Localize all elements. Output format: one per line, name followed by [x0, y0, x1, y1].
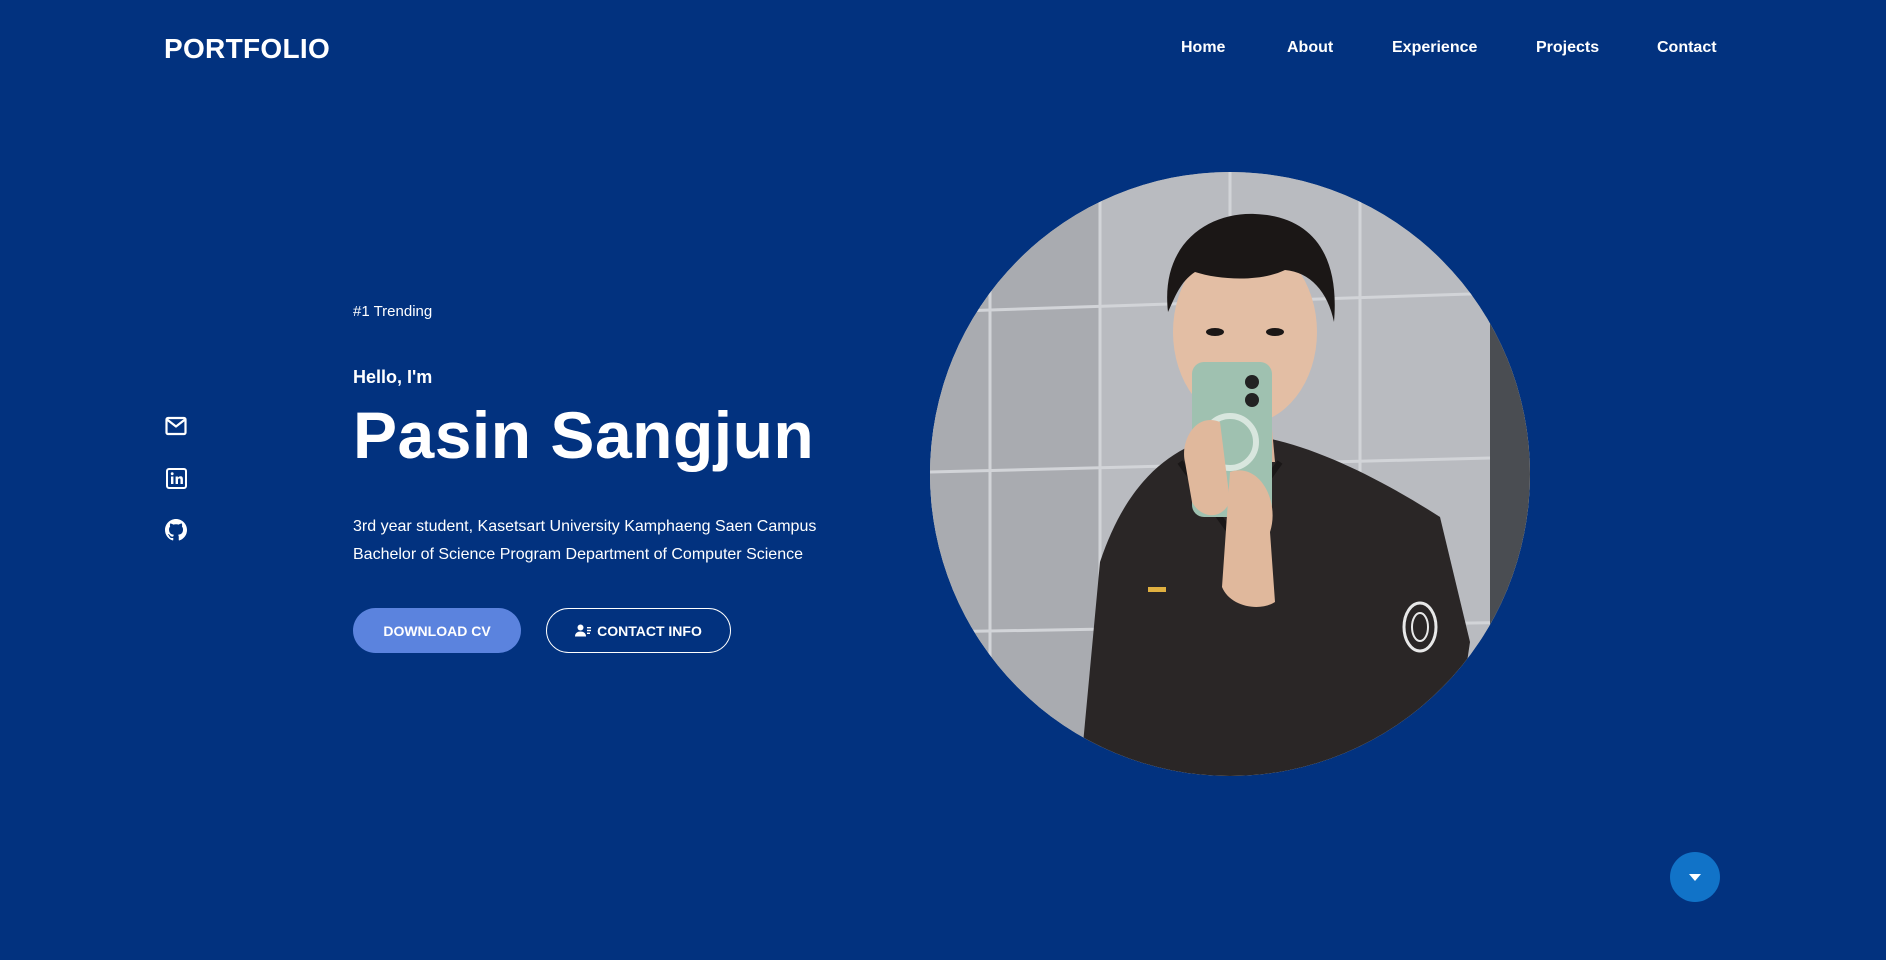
description-line-1: 3rd year student, Kasetsart University K…	[353, 518, 817, 535]
profile-photo	[930, 172, 1530, 776]
contact-info-button[interactable]: CONTACT INFO	[546, 608, 731, 653]
scroll-down-button[interactable]	[1670, 852, 1720, 902]
description-line-2: Bachelor of Science Program Department o…	[353, 546, 803, 563]
mail-icon	[165, 416, 187, 436]
linkedin-icon	[165, 467, 187, 489]
user-contact-icon	[575, 624, 592, 637]
trending-tag: #1 Trending	[353, 303, 433, 320]
nav-home[interactable]: Home	[1181, 39, 1225, 57]
github-link[interactable]	[164, 518, 188, 542]
portfolio-page: PORTFOLIO Home About Experience Projects…	[0, 0, 1886, 960]
nav-contact[interactable]: Contact	[1657, 39, 1717, 57]
hero-description: 3rd year student, Kasetsart University K…	[353, 513, 816, 569]
chevron-down-icon	[1689, 873, 1701, 881]
greeting: Hello, I'm	[353, 367, 433, 387]
linkedin-link[interactable]	[164, 466, 188, 490]
main-nav: Home About Experience Projects Contact	[0, 39, 1886, 63]
nav-about[interactable]: About	[1287, 39, 1333, 57]
download-cv-button[interactable]: DOWNLOAD CV	[353, 608, 521, 653]
contact-info-label: CONTACT INFO	[597, 622, 702, 639]
github-icon	[165, 519, 187, 541]
nav-projects[interactable]: Projects	[1536, 39, 1599, 57]
profile-photo-illustration	[930, 172, 1530, 776]
nav-experience[interactable]: Experience	[1392, 39, 1477, 57]
hero-name: Pasin Sangjun	[353, 398, 815, 472]
mail-link[interactable]	[164, 414, 188, 438]
